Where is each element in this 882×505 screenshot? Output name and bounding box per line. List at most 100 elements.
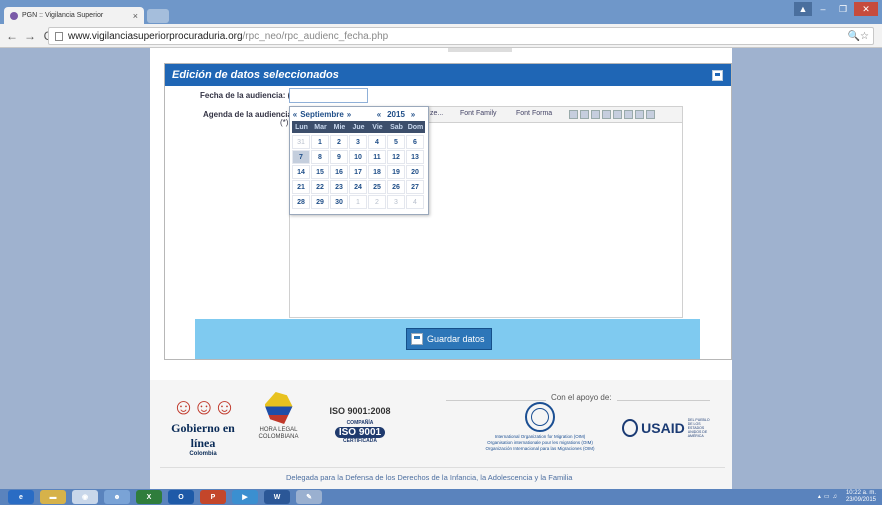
emoticon-icon[interactable] <box>635 110 644 119</box>
calendar-day[interactable]: 30 <box>330 195 348 209</box>
prev-year-button[interactable]: « <box>374 110 384 119</box>
hora-legal-logo[interactable]: HORA LEGAL COLOMBIANA <box>256 392 301 454</box>
guardar-label: Guardar datos <box>427 334 485 344</box>
calendar-day[interactable]: 11 <box>368 150 386 164</box>
calendar-day[interactable]: 4 <box>368 135 386 149</box>
excel-icon[interactable]: X <box>136 490 162 504</box>
gobierno-en-linea-logo[interactable]: ☺☺☺ Gobierno en línea Colombia <box>158 394 248 457</box>
globe-icon <box>525 402 555 432</box>
word-icon[interactable]: W <box>264 490 290 504</box>
calendar-day[interactable]: 21 <box>292 180 310 194</box>
maximize-button[interactable]: ❐ <box>834 2 852 16</box>
calendar-day[interactable]: 5 <box>387 135 405 149</box>
browser-tab[interactable]: PGN :: Vigilancia Superior × <box>4 7 144 24</box>
next-month-button[interactable]: » <box>344 110 354 119</box>
back-icon[interactable]: ← <box>6 29 18 43</box>
calendar-day[interactable]: 2 <box>368 195 386 209</box>
browser-titlebar: PGN :: Vigilancia Superior × ▲ – ❐ ✕ <box>0 0 882 24</box>
calendar-day[interactable]: 28 <box>292 195 310 209</box>
image-icon[interactable] <box>591 110 600 119</box>
gobierno-title: Gobierno en línea <box>171 421 235 450</box>
align-center-icon[interactable] <box>580 110 589 119</box>
table-icon[interactable] <box>602 110 611 119</box>
powerpoint-icon[interactable]: P <box>200 490 226 504</box>
iso-big: ISO 9001 <box>334 427 386 438</box>
link-icon[interactable] <box>613 110 622 119</box>
page-top-strip <box>150 48 732 62</box>
oim-logo[interactable]: International Organization for Migration… <box>480 402 600 458</box>
explorer-icon[interactable]: ▬ <box>40 490 66 504</box>
calendar-day[interactable]: 26 <box>387 180 405 194</box>
prev-month-button[interactable]: « <box>290 110 300 119</box>
calendar-day[interactable]: 3 <box>349 135 367 149</box>
preview-icon[interactable] <box>646 110 655 119</box>
calendar-day[interactable]: 17 <box>349 165 367 179</box>
clock-time: 10:22 a. m. <box>845 490 876 496</box>
calendar-day[interactable]: 4 <box>406 195 424 209</box>
font-format-dropdown[interactable]: Font Forma <box>516 110 552 117</box>
ie-icon[interactable]: e <box>8 490 34 504</box>
calendar-day[interactable]: 13 <box>406 150 424 164</box>
system-tray-icons[interactable]: ▴▭♫ <box>818 493 840 500</box>
page-icon <box>55 31 63 41</box>
calendar-day[interactable]: 3 <box>387 195 405 209</box>
calendar-day[interactable]: 22 <box>311 180 329 194</box>
browser-toolbar: ← → C www.vigilanciasuperiorprocuraduria… <box>0 24 882 48</box>
year-label: 2015 <box>387 109 405 119</box>
calendar-day[interactable]: 20 <box>406 165 424 179</box>
usaid-logo[interactable]: USAID DEL PUEBLO DE LOS ESTADOS UNIDOS D… <box>622 414 712 442</box>
fecha-input[interactable] <box>289 88 368 103</box>
user-icon[interactable]: ▲ <box>794 2 812 16</box>
calendar-day[interactable]: 1 <box>349 195 367 209</box>
address-bar[interactable]: www.vigilanciasuperiorprocuraduria.org /… <box>48 27 874 45</box>
calendar-day[interactable]: 19 <box>387 165 405 179</box>
editor-tools <box>569 110 655 119</box>
calendar-day[interactable]: 8 <box>311 150 329 164</box>
weekday-headers: Lun Mar Mie Jue Vie Sab Dom <box>292 121 428 133</box>
calendar-day[interactable]: 10 <box>349 150 367 164</box>
iso-company: COMPAÑÍA <box>346 420 374 426</box>
calendar-day[interactable]: 27 <box>406 180 424 194</box>
calendar-day[interactable]: 25 <box>368 180 386 194</box>
calendar-day[interactable]: 24 <box>349 180 367 194</box>
calendar-day[interactable]: 15 <box>311 165 329 179</box>
close-window-button[interactable]: ✕ <box>854 2 878 16</box>
calendar-day[interactable]: 1 <box>311 135 329 149</box>
site-favicon-icon <box>10 11 18 20</box>
windows-taskbar: e ▬ ◉ ☻ X O P ▶ W ✎ ▴▭♫ 10:22 a. m. 23/0… <box>0 489 882 505</box>
guardar-datos-button[interactable]: Guardar datos <box>406 328 492 350</box>
save-icon[interactable] <box>712 69 723 81</box>
anchor-icon[interactable] <box>624 110 633 119</box>
minimize-button[interactable]: – <box>814 2 832 16</box>
media-player-icon[interactable]: ▶ <box>232 490 258 504</box>
calendar-day[interactable]: 18 <box>368 165 386 179</box>
calendar-day[interactable]: 6 <box>406 135 424 149</box>
next-year-button[interactable]: » <box>408 110 418 119</box>
calendar-day[interactable]: 16 <box>330 165 348 179</box>
calendar-day[interactable]: 14 <box>292 165 310 179</box>
font-size-dropdown[interactable]: ze... <box>430 110 443 117</box>
new-tab-button[interactable] <box>147 9 169 23</box>
calendar-day[interactable]: 29 <box>311 195 329 209</box>
forward-icon[interactable]: → <box>24 29 36 43</box>
calendar-day[interactable]: 23 <box>330 180 348 194</box>
chrome-icon[interactable]: ◉ <box>72 490 98 504</box>
calendar-day[interactable]: 12 <box>387 150 405 164</box>
close-tab-icon[interactable]: × <box>133 11 138 21</box>
paint-icon[interactable]: ✎ <box>296 490 322 504</box>
agenda-required-mark: (*) <box>280 118 289 127</box>
oim-line3: Organización Internacional para las Migr… <box>485 445 595 451</box>
bookmark-star-icon[interactable]: 🔍☆ <box>848 31 869 42</box>
user-app-icon[interactable]: ☻ <box>104 490 130 504</box>
outlook-icon[interactable]: O <box>168 490 194 504</box>
font-family-dropdown[interactable]: Font Family <box>460 110 497 117</box>
calendar-day[interactable]: 31 <box>292 135 310 149</box>
usaid-seal-icon <box>622 419 639 437</box>
align-left-icon[interactable] <box>569 110 578 119</box>
calendar-day[interactable]: 2 <box>330 135 348 149</box>
hora-legal-line1: HORA LEGAL <box>259 427 298 433</box>
calendar-day[interactable]: 9 <box>330 150 348 164</box>
clock[interactable]: 10:22 a. m. 23/09/2015 <box>846 490 876 504</box>
calendar-header: « Septiembre » « 2015 » <box>290 107 428 121</box>
calendar-day[interactable]: 7 <box>292 150 310 164</box>
